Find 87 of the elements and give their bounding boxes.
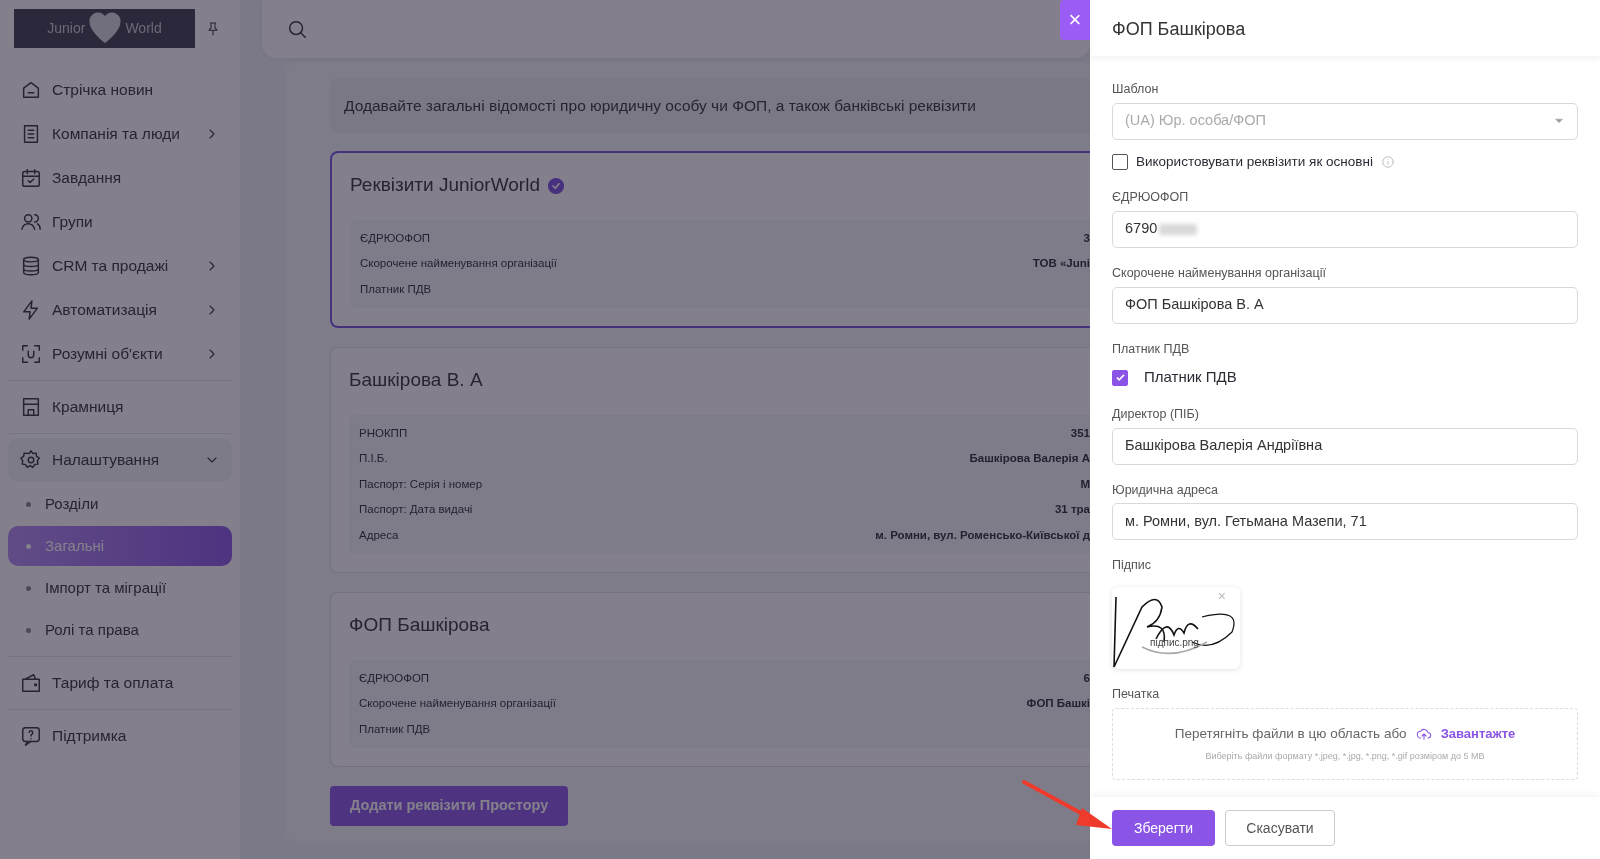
- cancel-button[interactable]: Скасувати: [1225, 810, 1335, 846]
- pin-icon[interactable]: [205, 19, 221, 38]
- requisites-card[interactable]: Башкірова В. А РНОКПП 351 П.І.Б. Башкірова Валерія А Паспорт: Серія і номер М Паспорт: Дата видачі 31 тра Адреса м. Ромни, вул. Роменсько-Київської д: [330, 347, 1090, 574]
- field-label: Печатка: [1112, 686, 1160, 703]
- save-button[interactable]: Зберегти: [1112, 810, 1215, 846]
- field-label: ЄДРЮОФОП: [1112, 189, 1189, 206]
- detail-value: ТОВ «Juni: [1032, 256, 1090, 272]
- checkbox[interactable]: [1112, 369, 1128, 386]
- detail-value: 6: [1083, 670, 1090, 686]
- signature-thumbnail[interactable]: × підпис.png: [1112, 587, 1240, 669]
- settings-icon: [20, 449, 42, 471]
- requisites-card[interactable]: Реквізити JuniorWorld ЄДРЮОФОП 3 Скорочене найменування організації ТОВ «Juni Платник ПДВ: [330, 151, 1090, 329]
- detail-value: Башкірова Валерія А: [969, 451, 1090, 467]
- detail-label: ЄДРЮОФОП: [360, 230, 431, 246]
- info-icon: [1380, 154, 1395, 169]
- logo-text: Junior: [47, 19, 86, 38]
- home-icon: [20, 79, 42, 101]
- logo[interactable]: Junior World: [14, 9, 195, 48]
- detail-value: 31 тра: [1054, 502, 1090, 518]
- detail-label: Скорочене найменування організації: [359, 696, 556, 712]
- upload-prompt: Перетягніть файли в цю область або: [1174, 724, 1407, 743]
- nav-item[interactable]: Крамниця: [8, 385, 232, 429]
- add-requisites-button[interactable]: Додати реквізити Простору: [330, 786, 569, 826]
- upload-dropzone[interactable]: Перетягніть файли в цю область або Завантажте Виберіть файли формату *.jpeg, *.jpg, *.png, *.gif розміром до 5 MB: [1112, 707, 1578, 780]
- nav-item[interactable]: CRM та продажі: [8, 244, 232, 288]
- detail-value: ФОП Башкі: [1026, 696, 1090, 712]
- detail-label: Адреса: [359, 527, 399, 543]
- detail-label: Платник ПДВ: [359, 721, 431, 737]
- verified-check-icon: [547, 176, 565, 195]
- detail-label: Платник ПДВ: [360, 281, 432, 297]
- field-label: Платник ПДВ: [1112, 340, 1190, 358]
- field-label: Скорочене найменування організації: [1112, 264, 1326, 282]
- close-button[interactable]: ×: [1060, 0, 1090, 40]
- detail-label: Паспорт: Серія і номер: [359, 476, 483, 492]
- logo-text: World: [125, 19, 162, 38]
- wallet-icon: [20, 672, 42, 694]
- checkbox[interactable]: [1112, 153, 1128, 170]
- cloud-upload-icon: [1414, 726, 1433, 742]
- detail-value: м. Ромни, вул. Роменсько-Київської д: [875, 527, 1090, 543]
- nav-item[interactable]: Автоматизація: [8, 288, 232, 332]
- detail-value: М: [1080, 476, 1090, 492]
- card-title: Реквізити JuniorWorld: [350, 173, 540, 198]
- input-field[interactable]: Башкірова Валерія Андріївна: [1112, 427, 1578, 465]
- field-label: Юридична адреса: [1112, 481, 1219, 499]
- nav-item[interactable]: Стрічка новин: [8, 68, 232, 112]
- nav-subitem[interactable]: Ролі та права: [8, 610, 232, 650]
- upload-link[interactable]: Завантажте: [1440, 724, 1516, 744]
- input-field[interactable]: ФОП Башкірова В. А: [1112, 286, 1578, 324]
- nav-item[interactable]: Завдання: [8, 156, 232, 200]
- nav-item[interactable]: Розумні об'єкти: [8, 332, 232, 376]
- input-field[interactable]: 6790: [1112, 210, 1578, 248]
- detail-value: 351: [1070, 425, 1090, 441]
- requisites-card[interactable]: ФОП Башкірова ЄДРЮОФОП 6 Скорочене найменування організації ФОП Башкі Платник ПДВ: [330, 592, 1090, 768]
- field-label: Шаблон: [1112, 81, 1159, 98]
- nav-subitem[interactable]: Розділи: [8, 484, 232, 524]
- detail-label: ЄДРЮОФОП: [359, 670, 430, 686]
- input-field[interactable]: м. Ромни, вул. Гетьмана Мазепи, 71: [1112, 503, 1578, 541]
- field-label: Підпис: [1112, 557, 1152, 575]
- calendar-icon: [20, 167, 42, 189]
- users-icon: [20, 211, 42, 233]
- drawer-title: ФОП Башкірова: [1090, 0, 1600, 56]
- store-icon: [20, 396, 42, 418]
- nav-item[interactable]: Підтримка: [8, 714, 232, 758]
- nav-item[interactable]: Налаштування: [8, 438, 232, 482]
- nav-subitem[interactable]: Імпорт та міграції: [8, 568, 232, 608]
- file-name: підпис.png: [1150, 636, 1199, 650]
- detail-label: Паспорт: Дата видачі: [359, 502, 473, 518]
- detail-label: Скорочене найменування організації: [360, 256, 557, 272]
- search-icon: [286, 18, 308, 40]
- field-label: Директор (ПІБ): [1112, 405, 1199, 423]
- checkbox-label: Платник ПДВ: [1144, 367, 1237, 388]
- detail-label: РНОКПП: [359, 425, 408, 441]
- card-title: ФОП Башкірова: [349, 613, 490, 638]
- info-text: Додавайте загальні відомості про юридичну особу чи ФОП, а також банківські реквізити: [330, 78, 1090, 134]
- detail-value: 3: [1083, 230, 1090, 246]
- checkbox-label: Використовувати реквізити як основні: [1136, 152, 1373, 171]
- nav-item[interactable]: Компанія та люди: [8, 112, 232, 156]
- nav-item[interactable]: Групи: [8, 200, 232, 244]
- scan-icon: [20, 343, 42, 365]
- detail-label: П.І.Б.: [359, 451, 388, 467]
- template-select: (UA) Юр. особа/ФОП: [1112, 102, 1578, 140]
- upload-hint: Виберіть файли формату *.jpeg, *.jpg, *.png, *.gif розміром до 5 MB: [1205, 750, 1485, 764]
- card-title: Башкірова В. А: [349, 368, 483, 393]
- database-icon: [20, 255, 42, 277]
- check-icon: [1114, 372, 1126, 383]
- nav-item[interactable]: Тариф та оплата: [8, 661, 232, 705]
- help-icon: [20, 725, 42, 747]
